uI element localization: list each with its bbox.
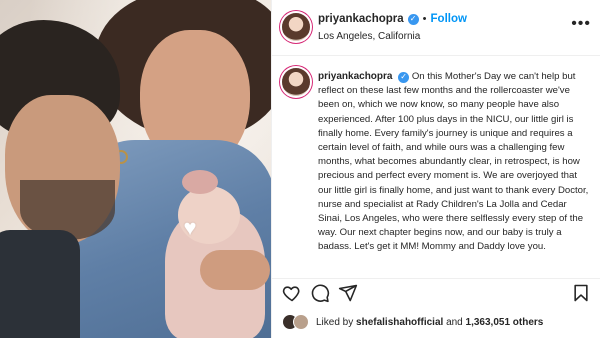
caption-username[interactable]: priyankachopra bbox=[318, 71, 392, 82]
location-link[interactable]: Los Angeles, California bbox=[318, 31, 420, 42]
liker-avatars bbox=[282, 314, 312, 330]
photo-man-jacket bbox=[0, 230, 80, 338]
liked-by-user[interactable]: shefalishahofficial bbox=[356, 317, 443, 328]
caption-text: On this Mother's Day we can't help but r… bbox=[318, 71, 589, 253]
follow-button[interactable]: Follow bbox=[431, 13, 467, 25]
avatar[interactable] bbox=[293, 314, 309, 330]
likes-row: Liked by shefalishahofficial and 1,363,0… bbox=[272, 306, 600, 338]
username[interactable]: priyankachopra bbox=[318, 13, 404, 25]
likes-count[interactable]: 1,363,051 others bbox=[466, 317, 544, 328]
share-icon[interactable] bbox=[338, 283, 358, 303]
post-caption: priyankachopra ✓ On this Mother's Day we… bbox=[318, 70, 590, 255]
action-bar bbox=[272, 278, 600, 306]
liked-by-prefix: Liked by bbox=[316, 317, 354, 328]
heart-icon[interactable] bbox=[282, 283, 302, 303]
likes-summary[interactable]: Liked by shefalishahofficial and 1,363,0… bbox=[316, 317, 543, 328]
liked-by-and: and bbox=[446, 317, 463, 328]
separator-dot: • bbox=[422, 13, 427, 25]
photo-hand bbox=[200, 250, 270, 290]
caption-section: priyankachopra ✓ On this Mother's Day we… bbox=[272, 56, 600, 278]
post-side-panel: priyankachopra ✓ • Follow Los Angeles, C… bbox=[271, 0, 600, 338]
heart-icon: ♥ bbox=[183, 215, 197, 240]
avatar[interactable] bbox=[282, 13, 310, 41]
bookmark-icon[interactable] bbox=[571, 283, 591, 303]
verified-badge-icon: ✓ bbox=[407, 13, 419, 25]
comment-icon[interactable] bbox=[310, 283, 330, 303]
post-header: priyankachopra ✓ • Follow Los Angeles, C… bbox=[272, 0, 600, 56]
more-options-icon[interactable]: ••• bbox=[571, 15, 591, 33]
avatar[interactable] bbox=[282, 68, 310, 96]
header-user-row: priyankachopra ✓ • Follow bbox=[318, 13, 467, 25]
verified-badge-icon: ✓ bbox=[398, 71, 410, 83]
post-photo[interactable]: ♥ bbox=[0, 0, 271, 338]
photo-baby-bow bbox=[182, 170, 218, 194]
